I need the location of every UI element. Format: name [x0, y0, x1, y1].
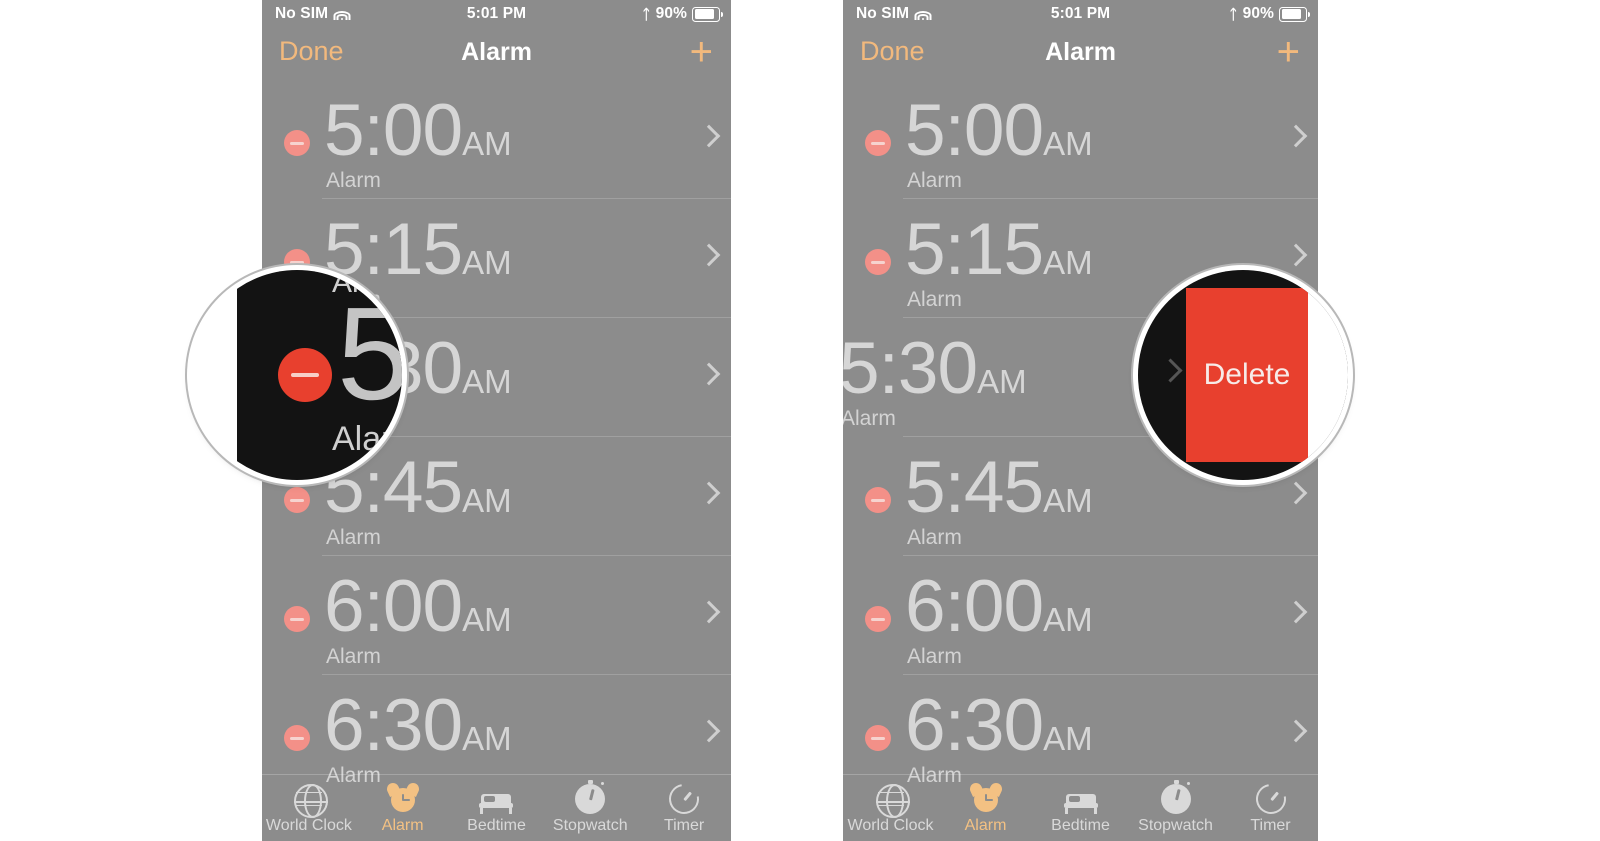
- tab-label: Timer: [1250, 816, 1291, 834]
- tab-label: Timer: [663, 816, 705, 834]
- battery-icon: [1279, 6, 1310, 22]
- chevron-right-icon[interactable]: [697, 600, 721, 624]
- magnifier-content: Delete: [1138, 270, 1348, 480]
- tab-bar: World Clock Alarm Bedtime Stopwatch Time…: [843, 774, 1318, 841]
- tab-label: World Clock: [847, 816, 934, 834]
- chevron-right-icon[interactable]: [697, 243, 721, 267]
- timer-icon: [663, 777, 705, 820]
- minus-circle-icon[interactable]: [865, 725, 891, 751]
- chevron-right-icon[interactable]: [1284, 719, 1308, 743]
- minus-circle-icon[interactable]: [865, 606, 891, 632]
- magnified-alarm-label: Alarm: [332, 420, 402, 458]
- globe-icon: [293, 782, 328, 818]
- timer-icon: [1249, 777, 1292, 820]
- alarm-label: Alarm: [843, 407, 896, 430]
- minus-circle-icon[interactable]: [284, 130, 310, 156]
- magnifier-callout-delete-button: Delete: [1138, 270, 1348, 480]
- status-bar-right: ᛏ 90%: [1229, 5, 1310, 23]
- tab-alarm[interactable]: Alarm: [356, 775, 450, 841]
- alarm-label: Alarm: [326, 169, 381, 192]
- alarm-row[interactable]: 6:00AM Alarm: [843, 556, 1318, 675]
- tab-alarm[interactable]: Alarm: [938, 775, 1033, 841]
- alarm-label: Alarm: [326, 526, 381, 549]
- page-title: Alarm: [461, 38, 532, 66]
- magnifier-callout-minus-button: Alarm 5 Alarm: [192, 270, 402, 480]
- chevron-right-icon[interactable]: [1284, 600, 1308, 624]
- tab-world-clock[interactable]: World Clock: [843, 775, 938, 841]
- navigation-bar: Done Alarm +: [843, 28, 1318, 78]
- minus-circle-icon[interactable]: [865, 487, 891, 513]
- tab-world-clock[interactable]: World Clock: [262, 775, 356, 841]
- minus-circle-icon[interactable]: [284, 725, 310, 751]
- tab-label: Bedtime: [467, 816, 526, 834]
- chevron-right-icon[interactable]: [697, 362, 721, 386]
- magnified-digit: 5: [337, 280, 402, 427]
- bluetooth-icon: ᛏ: [642, 6, 651, 22]
- add-alarm-button[interactable]: +: [690, 32, 713, 72]
- tab-timer[interactable]: Timer: [1223, 775, 1318, 841]
- status-bar: No SIM 5:01 PM ᛏ 90%: [262, 0, 731, 28]
- alarm-label: Alarm: [326, 645, 381, 668]
- delete-button[interactable]: Delete: [1186, 288, 1308, 462]
- minus-circle-icon[interactable]: [284, 487, 310, 513]
- minus-circle-icon[interactable]: [865, 130, 891, 156]
- alarm-clock-icon: [967, 780, 1004, 814]
- alarm-row[interactable]: 5:00AM Alarm: [843, 80, 1318, 199]
- chevron-right-icon[interactable]: [1284, 124, 1308, 148]
- tab-label: Stopwatch: [1138, 816, 1213, 834]
- minus-circle-icon[interactable]: [865, 249, 891, 275]
- page-title: Alarm: [1045, 38, 1116, 66]
- alarm-label: Alarm: [907, 645, 962, 668]
- globe-icon: [875, 782, 910, 818]
- magnifier-content: Alarm 5 Alarm: [192, 270, 402, 480]
- comparison-screenshot: No SIM 5:01 PM ᛏ 90% Done Alarm + 5:00AM…: [0, 0, 1600, 841]
- delete-button-label: Delete: [1203, 358, 1291, 391]
- minus-circle-icon[interactable]: [284, 606, 310, 632]
- tab-bedtime[interactable]: Bedtime: [1033, 775, 1128, 841]
- magnifier-background-white: [1308, 270, 1348, 480]
- tab-label: Alarm: [381, 816, 424, 834]
- chevron-right-icon[interactable]: [697, 481, 721, 505]
- stopwatch-icon: [575, 779, 606, 814]
- alarm-clock-icon: [384, 780, 421, 814]
- alarm-row[interactable]: 5:00AM Alarm: [262, 80, 731, 199]
- alarm-label: Alarm: [907, 169, 962, 192]
- status-bar-right: ᛏ 90%: [642, 5, 723, 23]
- tab-stopwatch[interactable]: Stopwatch: [1128, 775, 1223, 841]
- battery-percent-label: 90%: [1242, 5, 1274, 22]
- chevron-right-icon[interactable]: [697, 124, 721, 148]
- tab-stopwatch[interactable]: Stopwatch: [543, 775, 637, 841]
- tab-label: Bedtime: [1051, 816, 1110, 834]
- magnifier-background-white: [192, 270, 237, 480]
- bluetooth-icon: ᛏ: [1229, 6, 1238, 22]
- stopwatch-icon: [1160, 779, 1191, 814]
- chevron-right-icon[interactable]: [1284, 481, 1308, 505]
- bed-icon: [479, 782, 514, 814]
- alarm-row[interactable]: 6:00AM Alarm: [262, 556, 731, 675]
- chevron-right-icon[interactable]: [697, 719, 721, 743]
- chevron-right-icon[interactable]: [1284, 243, 1308, 267]
- tab-label: Alarm: [964, 816, 1007, 834]
- minus-circle-icon[interactable]: [278, 348, 332, 402]
- battery-percent-label: 90%: [655, 5, 687, 22]
- alarm-label: Alarm: [907, 288, 962, 311]
- tab-timer[interactable]: Timer: [637, 775, 731, 841]
- tab-label: Stopwatch: [552, 816, 628, 834]
- battery-icon: [692, 6, 723, 22]
- navigation-bar: Done Alarm +: [262, 28, 731, 78]
- tab-bar: World Clock Alarm Bedtime Stopwatch Time…: [262, 774, 731, 841]
- tab-bedtime[interactable]: Bedtime: [450, 775, 544, 841]
- add-alarm-button[interactable]: +: [1277, 32, 1300, 72]
- bed-icon: [1063, 782, 1098, 814]
- status-bar: No SIM 5:01 PM ᛏ 90%: [843, 0, 1318, 28]
- tab-label: World Clock: [265, 816, 352, 834]
- alarm-label: Alarm: [907, 526, 962, 549]
